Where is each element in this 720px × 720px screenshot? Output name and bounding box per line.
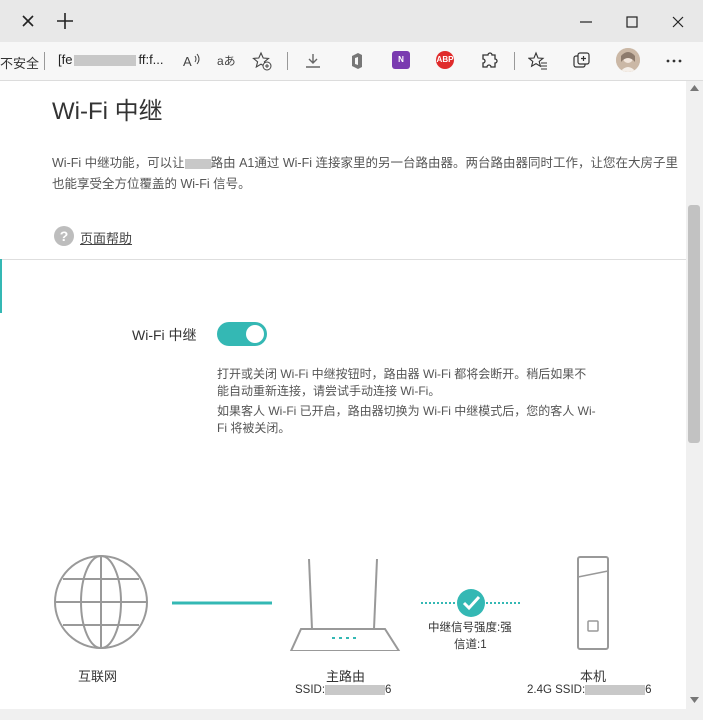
internet-label: 互联网: [78, 669, 118, 684]
signal-strength-label: 中继信号强度:强: [428, 622, 512, 634]
browser-toolbar: 不安全 [fe ff:f... A aあ N ABP: [0, 42, 703, 81]
maximize-icon[interactable]: [622, 12, 642, 32]
device-icon: [577, 556, 609, 650]
address-bar[interactable]: [fe ff:f...: [58, 52, 164, 67]
main-ssid-redacted: [325, 684, 386, 695]
description-part1: Wi-Fi 中继功能，可以让: [52, 156, 185, 170]
globe-icon: [54, 555, 148, 649]
main-ssid-suffix: 6: [385, 684, 392, 696]
url-prefix: [fe: [58, 52, 73, 67]
this-ssid-suffix: 6: [645, 684, 652, 696]
repeater-note-2: 如果客人 Wi-Fi 已开启，路由器切换为 Wi-Fi 中继模式后，您的客人 W…: [217, 404, 596, 435]
close-tab-icon[interactable]: [20, 13, 36, 29]
minimize-icon[interactable]: [576, 12, 596, 32]
scrollbar-thumb[interactable]: [688, 205, 700, 443]
onenote-icon[interactable]: N: [392, 51, 410, 69]
repeater-label: Wi-Fi 中继: [132, 327, 197, 343]
nav-accent-bar: [0, 259, 2, 313]
this-device-ssid: 2.4G SSID: 6: [527, 684, 652, 696]
translate-icon[interactable]: aあ: [216, 51, 236, 71]
profile-image-icon: [616, 48, 640, 72]
scroll-down-arrow-icon[interactable]: [690, 697, 699, 703]
router-icon: [289, 558, 401, 651]
page-title: Wi-Fi 中继: [52, 98, 163, 125]
toolbar-divider: [514, 52, 515, 70]
vertical-scrollbar[interactable]: [686, 81, 703, 709]
network-diagram: [54, 555, 609, 651]
repeater-toggle[interactable]: [217, 322, 267, 346]
page-description: Wi-Fi 中继功能，可以让 路由 A1通过 Wi-Fi 连接家里的另一台路由器。…: [52, 153, 684, 195]
channel-label: 信道:1: [454, 639, 487, 651]
more-options-icon[interactable]: [664, 51, 684, 71]
scroll-up-arrow-icon[interactable]: [690, 85, 699, 91]
security-indicator[interactable]: 不安全: [0, 53, 39, 72]
check-circle-icon: [457, 589, 485, 617]
url-redacted: [74, 55, 137, 67]
main-ssid-prefix: SSID:: [295, 684, 326, 696]
extensions-icon[interactable]: [479, 51, 499, 71]
help-link-text: 页面帮助: [80, 231, 133, 246]
adblock-icon[interactable]: ABP: [436, 51, 454, 69]
profile-avatar[interactable]: [616, 48, 640, 72]
help-icon: ?: [54, 226, 74, 246]
svg-text:aあ: aあ: [217, 54, 236, 68]
svg-text:A: A: [183, 54, 192, 69]
favorite-add-icon[interactable]: [252, 51, 272, 71]
section-divider: [0, 259, 686, 260]
horizontal-scrollbar[interactable]: [0, 709, 703, 720]
toolbar-divider: [44, 52, 45, 70]
toggle-knob: [246, 325, 264, 343]
this-ssid-redacted: [585, 684, 646, 695]
office-icon[interactable]: [347, 51, 367, 71]
favorites-icon[interactable]: [528, 51, 548, 71]
this-ssid-prefix: 2.4G SSID:: [527, 684, 586, 696]
tab-bar: [0, 0, 703, 42]
read-aloud-icon[interactable]: A: [182, 51, 202, 71]
main-router-ssid: SSID: 6: [295, 684, 391, 696]
toolbar-divider: [287, 52, 288, 70]
this-device-label: 本机: [580, 669, 607, 684]
url-suffix: ff:f...: [138, 52, 164, 67]
downloads-icon[interactable]: [303, 51, 323, 71]
redacted-brand: [184, 158, 211, 169]
collections-icon[interactable]: [572, 51, 592, 71]
close-window-icon[interactable]: [668, 12, 688, 32]
repeater-note-1: 打开或关闭 Wi-Fi 中继按钮时，路由器 Wi-Fi 都将会断开。稍后如果不能…: [217, 367, 587, 398]
page-viewport: Wi-Fi 中继 Wi-Fi 中继功能，可以让 路由 A1通过 Wi-Fi 连接家…: [0, 81, 686, 709]
main-router-label: 主路由: [326, 669, 366, 684]
new-tab-icon[interactable]: [56, 12, 74, 30]
